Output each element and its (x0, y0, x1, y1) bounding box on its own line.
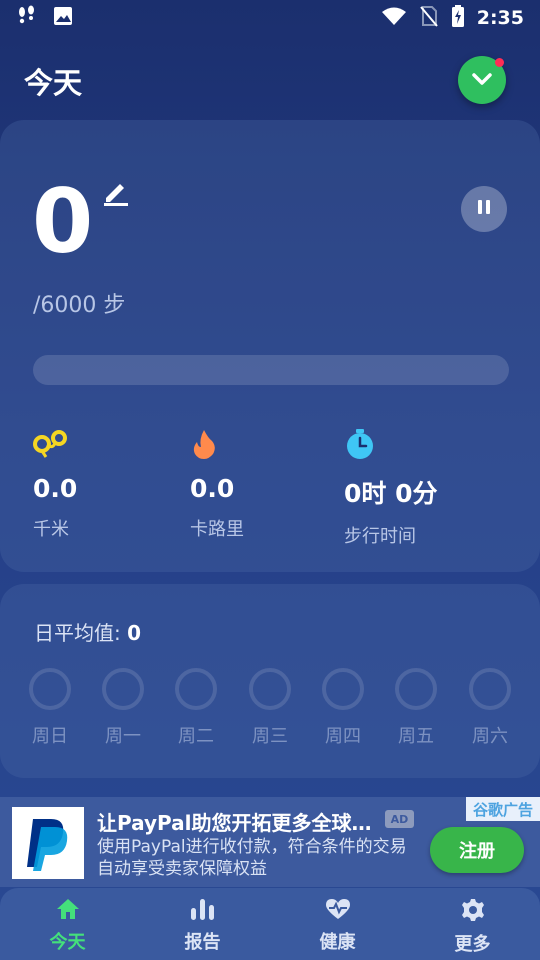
status-bar: 2:35 (0, 0, 540, 36)
home-icon (56, 898, 80, 924)
chevron-down-icon (471, 71, 493, 90)
step-progress-bar (33, 355, 509, 385)
battery-charging-icon (451, 4, 465, 32)
ad-signup-button[interactable]: 注册 (430, 827, 524, 873)
stat-distance: 0.0 千米 (33, 428, 77, 541)
ad-badge: AD (385, 810, 414, 828)
stat-value: 0时 0分 (344, 479, 438, 508)
step-count: 0 (32, 170, 94, 273)
day-tuesday[interactable]: 周二 (166, 668, 226, 748)
ad-description[interactable]: 使用PayPal进行收付款，符合条件的交易自动享受卖家保障权益 (97, 836, 417, 880)
day-friday[interactable]: 周五 (386, 668, 446, 748)
bottom-nav: 今天 报告 健康 更多 (0, 888, 540, 960)
stat-label: 步行时间 (344, 526, 416, 547)
day-label: 周日 (32, 726, 68, 747)
stat-label: 卡路里 (190, 519, 244, 540)
no-sim-icon (419, 5, 439, 32)
nav-label: 更多 (454, 934, 491, 955)
day-progress-ring (102, 668, 144, 710)
day-label: 周一 (105, 726, 141, 747)
daily-average-value: 0 (127, 621, 142, 645)
nav-label: 健康 (319, 932, 356, 953)
image-icon (52, 5, 74, 31)
nav-health[interactable]: 健康 (270, 888, 405, 960)
day-label: 周二 (178, 726, 214, 747)
notification-dot (495, 58, 504, 67)
stat-value: 0.0 (33, 474, 78, 503)
day-progress-ring (322, 668, 364, 710)
status-time: 2:35 (476, 7, 524, 29)
heart-pulse-icon (325, 898, 351, 924)
day-progress-ring (395, 668, 437, 710)
bar-chart-icon (190, 898, 216, 924)
page-title: 今天 (24, 66, 83, 100)
pause-icon (476, 199, 492, 219)
paypal-logo (12, 807, 84, 879)
day-monday[interactable]: 周一 (93, 668, 153, 748)
stat-label: 千米 (33, 519, 69, 540)
pause-button[interactable] (461, 186, 507, 232)
day-progress-ring (469, 668, 511, 710)
day-saturday[interactable]: 周六 (460, 668, 520, 748)
route-icon (33, 428, 77, 460)
day-label: 周四 (325, 726, 361, 747)
nav-more[interactable]: 更多 (405, 888, 540, 960)
footsteps-icon (16, 5, 38, 31)
ad-banner[interactable]: 让PayPal助您开拓更多全球… AD 谷歌广告 使用PayPal进行收付款，符… (0, 797, 540, 887)
stat-value: 0.0 (190, 474, 235, 503)
wifi-icon (381, 6, 407, 31)
daily-average: 日平均值: 0 (34, 617, 141, 646)
day-label: 周三 (252, 726, 288, 747)
nav-today[interactable]: 今天 (0, 888, 135, 960)
ad-title[interactable]: 让PayPal助您开拓更多全球… (97, 807, 372, 836)
edit-icon[interactable] (102, 178, 130, 210)
ad-provider-label[interactable]: 谷歌广告 (466, 797, 540, 821)
stopwatch-icon (344, 428, 438, 460)
step-goal: /6000 步 (33, 293, 126, 318)
day-sunday[interactable]: 周日 (20, 668, 80, 748)
nav-label: 今天 (49, 932, 86, 953)
day-progress-ring (175, 668, 217, 710)
nav-report[interactable]: 报告 (135, 888, 270, 960)
week-row: 周日 周一 周二 周三 周四 周五 周六 (28, 668, 518, 748)
nav-label: 报告 (184, 932, 221, 953)
flame-icon (190, 428, 244, 460)
day-label: 周五 (398, 726, 434, 747)
day-wednesday[interactable]: 周三 (240, 668, 300, 748)
stat-walk-time: 0时 0分 步行时间 (344, 428, 438, 548)
stat-calories: 0.0 卡路里 (190, 428, 244, 541)
daily-average-label: 日平均值: (34, 621, 128, 645)
day-thursday[interactable]: 周四 (313, 668, 373, 748)
day-progress-ring (249, 668, 291, 710)
sync-button[interactable] (458, 56, 506, 104)
gear-icon (461, 898, 485, 926)
day-label: 周六 (472, 726, 508, 747)
day-progress-ring (29, 668, 71, 710)
